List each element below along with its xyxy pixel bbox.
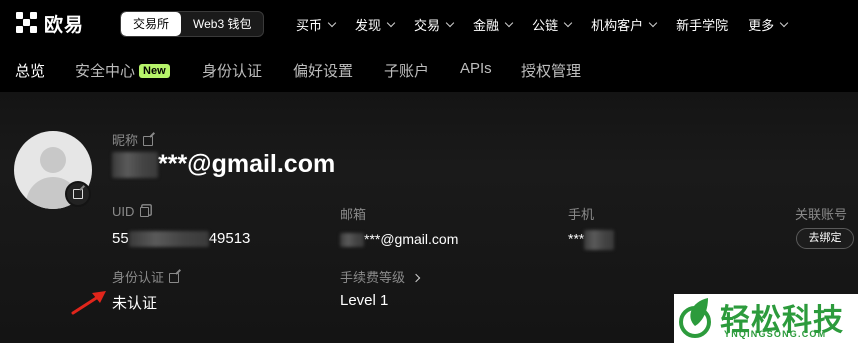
top-navigation: 欧易 交易所 Web3 钱包 买币 发现 交易 金融 公链 机构客户 新手学院 …: [0, 0, 858, 48]
redacted-block: [584, 230, 615, 250]
okx-logo-icon: [16, 12, 38, 34]
chevron-down-icon: [563, 18, 573, 27]
chevron-down-icon: [779, 18, 789, 27]
watermark-logo-icon: [679, 298, 711, 338]
menu-item-buy[interactable]: 买币: [296, 15, 337, 34]
redacted-block: [128, 231, 209, 248]
watermark-subtitle: YNQINGSONG.COM: [724, 329, 827, 339]
avatar-placeholder-icon: [40, 147, 66, 173]
email-label: 邮箱: [340, 207, 367, 222]
kyc-value: 未认证: [112, 295, 158, 312]
menu-item-more[interactable]: 更多: [748, 15, 789, 34]
edit-icon: [73, 189, 83, 199]
new-badge: New: [139, 64, 170, 78]
tab-subaccounts[interactable]: 子账户: [384, 60, 429, 81]
web3-wallet-button[interactable]: Web3 钱包: [181, 12, 263, 36]
uid-label: UID: [112, 204, 150, 219]
kyc-label: 身份认证: [112, 267, 180, 286]
phone-label: 手机: [568, 207, 595, 222]
mode-toggle: 交易所 Web3 钱包: [120, 11, 265, 37]
brand-logo[interactable]: 欧易: [16, 10, 84, 36]
email-value: ***@gmail.com: [340, 231, 458, 248]
red-arrow-icon: [71, 291, 106, 315]
tab-security-center[interactable]: 安全中心 New: [75, 60, 170, 81]
main-menu: 买币 发现 交易 金融 公链 机构客户 新手学院 更多: [296, 12, 789, 36]
menu-item-chain[interactable]: 公链: [532, 15, 573, 34]
nickname-label: 昵称: [112, 130, 154, 149]
phone-value: ***: [568, 230, 615, 250]
menu-item-trade[interactable]: 交易: [414, 15, 455, 34]
bind-account-button[interactable]: 去绑定: [796, 228, 854, 249]
menu-item-institutional[interactable]: 机构客户: [591, 15, 658, 34]
chevron-down-icon: [504, 18, 514, 27]
menu-item-discover[interactable]: 发现: [355, 15, 396, 34]
nickname-value: ***@gmail.com: [112, 150, 335, 179]
watermark: 轻松科技 YNQINGSONG.COM: [674, 294, 858, 343]
tab-overview[interactable]: 总览: [15, 60, 45, 81]
tab-authorization[interactable]: 授权管理: [521, 60, 581, 81]
edit-icon[interactable]: [143, 136, 154, 146]
fee-level-link[interactable]: 手续费等级: [340, 267, 421, 286]
chevron-down-icon: [445, 18, 455, 27]
redacted-block: [340, 233, 364, 248]
copy-icon[interactable]: [140, 207, 150, 217]
menu-item-academy[interactable]: 新手学院: [676, 15, 728, 34]
tab-identity[interactable]: 身份认证: [202, 60, 262, 81]
account-tabs: 总览 安全中心 New 身份认证 偏好设置 子账户 APIs 授权管理: [0, 48, 858, 92]
fee-level-value: Level 1: [340, 292, 389, 309]
exchange-mode-button[interactable]: 交易所: [121, 12, 182, 36]
chevron-down-icon: [327, 18, 337, 27]
brand-name: 欧易: [44, 14, 85, 36]
edit-icon[interactable]: [169, 273, 180, 283]
tab-preferences[interactable]: 偏好设置: [293, 60, 353, 81]
chevron-down-icon: [648, 18, 658, 27]
uid-value: 55 49513: [112, 230, 251, 248]
chevron-right-icon: [411, 273, 421, 283]
redacted-block: [112, 152, 158, 179]
avatar-edit-button[interactable]: [65, 181, 91, 207]
chevron-down-icon: [386, 18, 396, 27]
linked-account-label: 关联账号: [795, 207, 848, 222]
menu-item-finance[interactable]: 金融: [473, 15, 514, 34]
tab-apis[interactable]: APIs: [460, 60, 492, 77]
